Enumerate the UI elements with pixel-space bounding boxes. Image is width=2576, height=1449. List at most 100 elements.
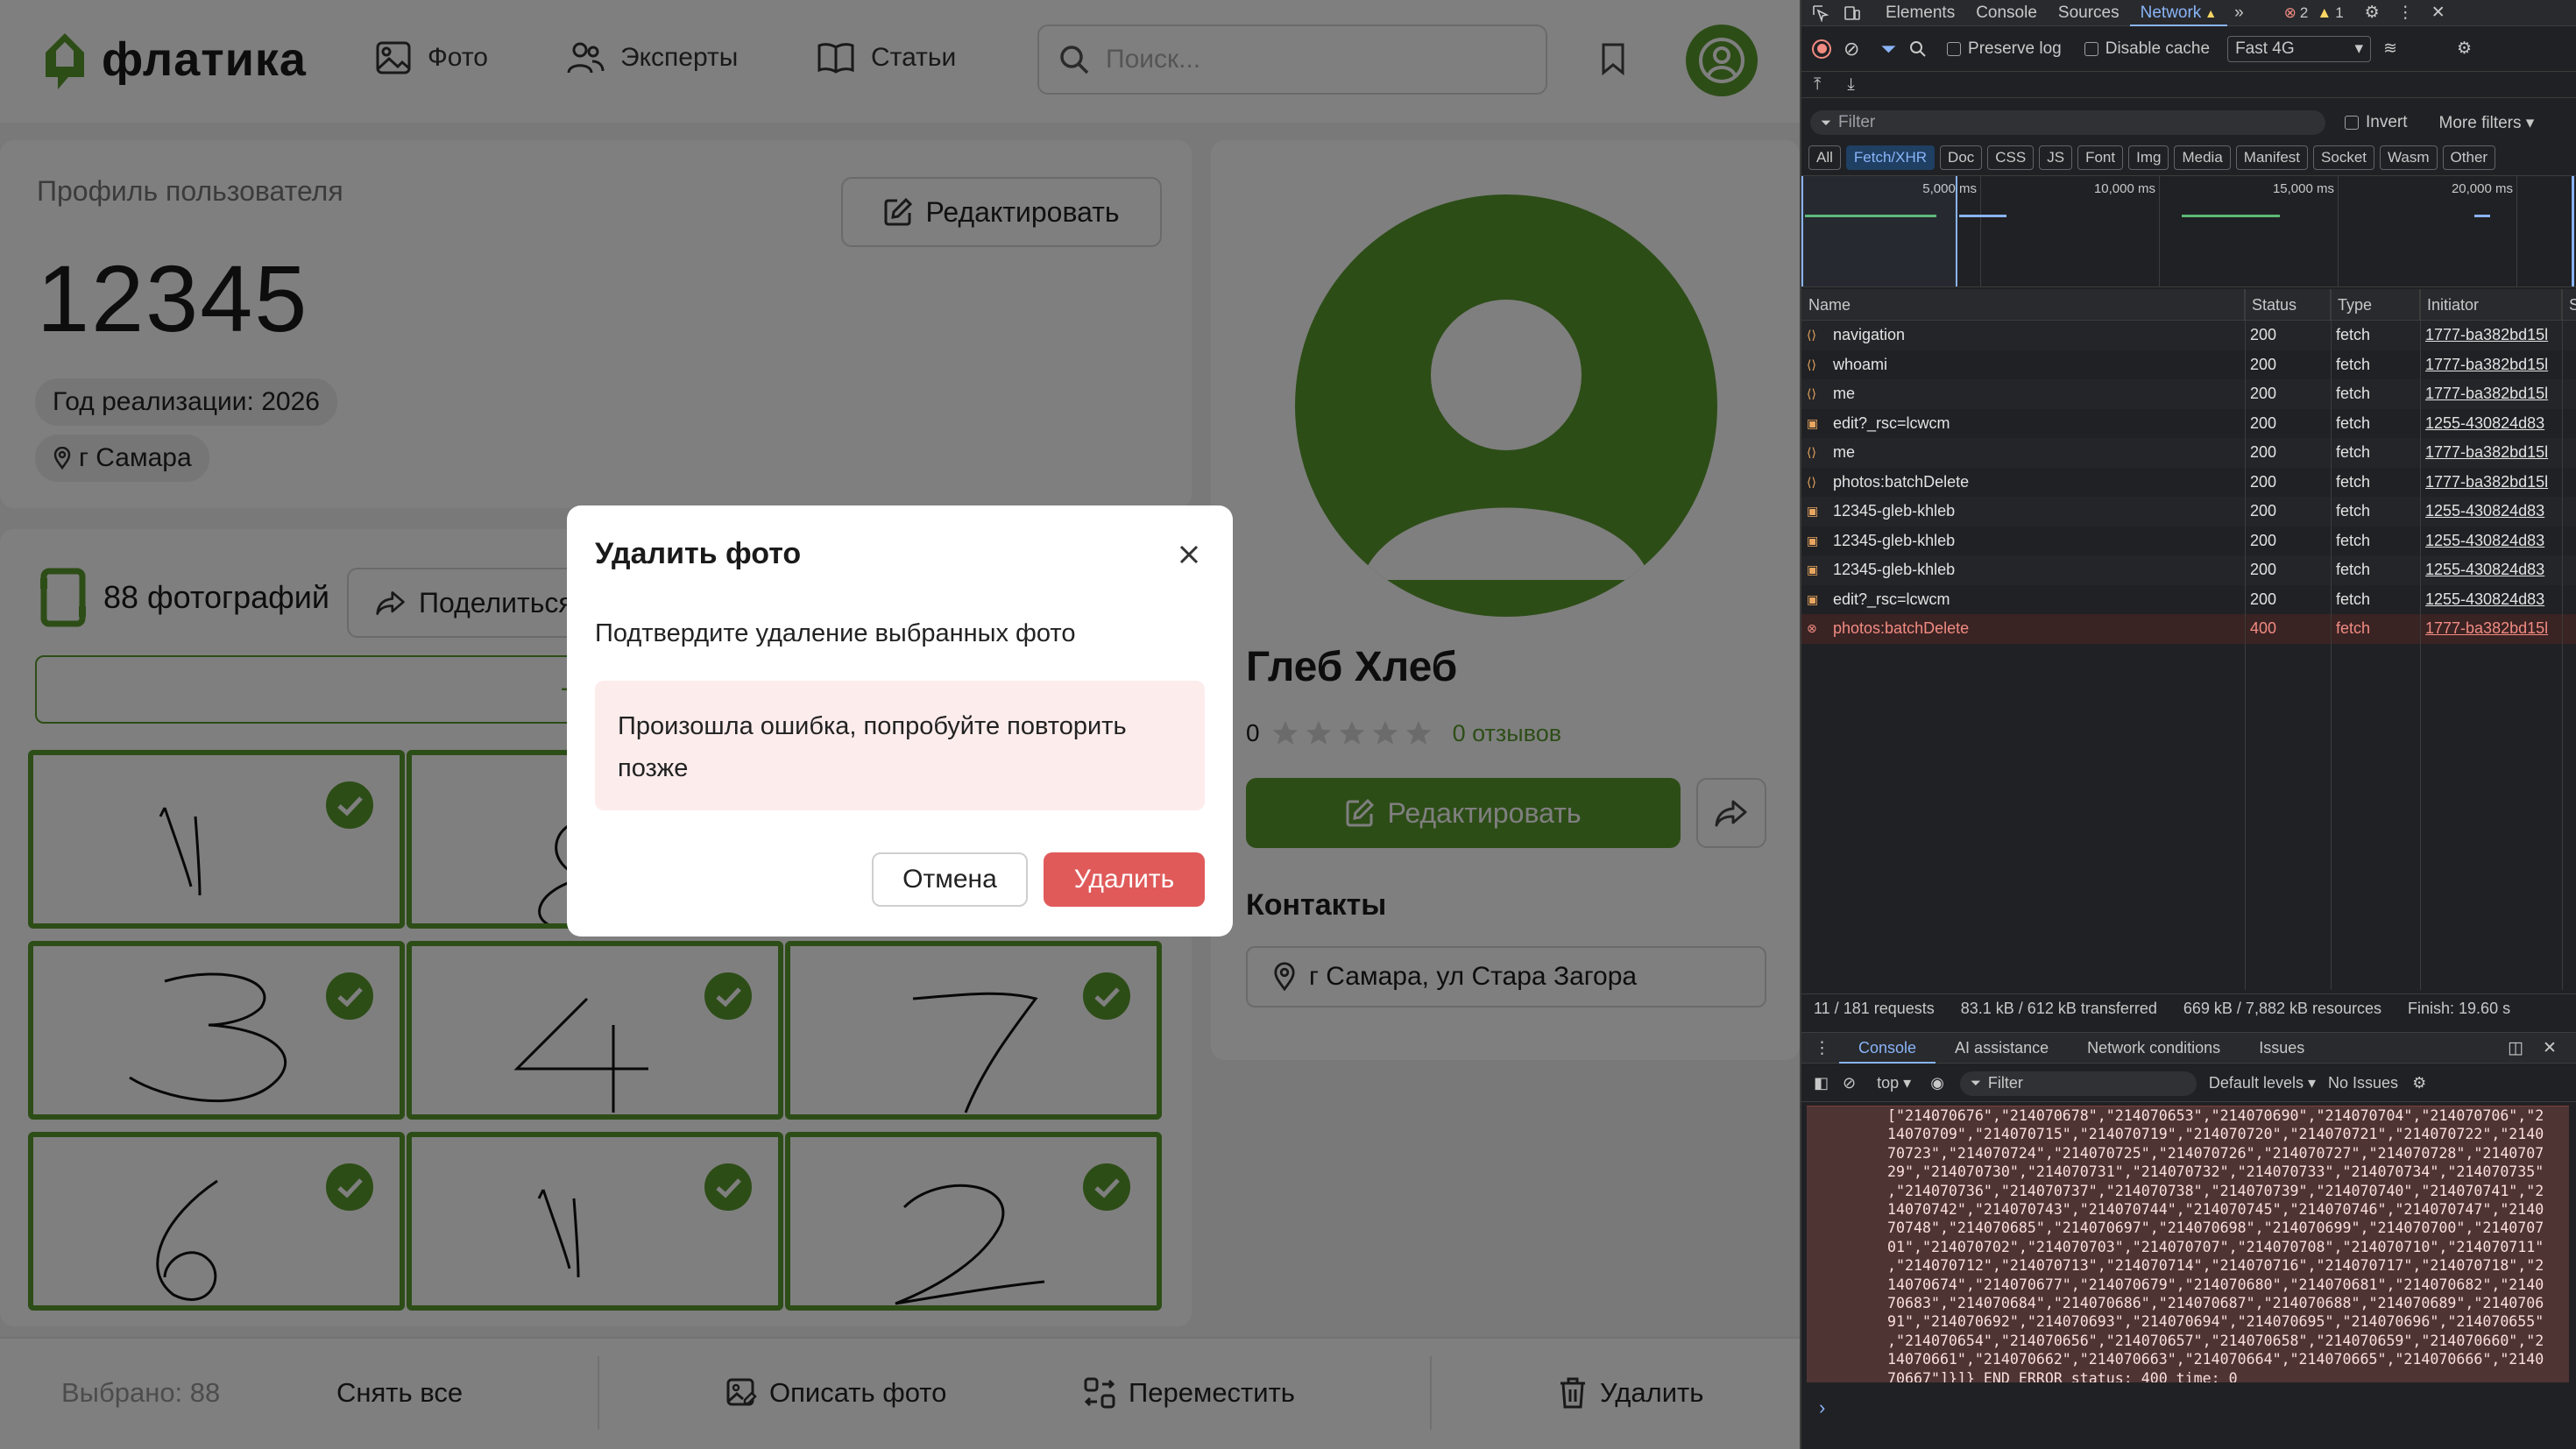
drawer-tab[interactable]: AI assistance	[1936, 1039, 2068, 1057]
issues-counter[interactable]: ⊗ 2 ▲ 1	[2284, 4, 2344, 22]
request-initiator[interactable]: 1777-ba382bd15l	[2425, 468, 2558, 498]
resource-filter-css[interactable]: CSS	[1987, 145, 2035, 170]
throttling-select[interactable]: Fast 4G ▾	[2227, 35, 2372, 62]
preserve-log-checkbox[interactable]: Preserve log	[1947, 39, 2062, 59]
resource-filter-doc[interactable]: Doc	[1940, 145, 1983, 170]
resource-filter-fetchxhr[interactable]: Fetch/XHR	[1845, 145, 1936, 170]
request-initiator[interactable]: 1255-430824d83	[2425, 585, 2558, 615]
request-row[interactable]: ▣ edit?_rsc=lcwcm 200 fetch 1255-430824d83 5.…	[1801, 408, 2576, 439]
requests-table: NameStatusTypeInitiatorSizeTime ⟨⟩ naviga…	[1801, 289, 2576, 990]
timeline-bar	[1959, 215, 2006, 217]
request-size: 0.6 kB	[2567, 614, 2576, 644]
column-header[interactable]: Name	[1801, 289, 2245, 321]
close-drawer-icon[interactable]: ✕	[2543, 1038, 2557, 1058]
resource-filter-wasm[interactable]: Wasm	[2380, 145, 2438, 170]
devtools-tab[interactable]: Sources	[2048, 4, 2130, 23]
drawer-tab[interactable]: Network conditions	[2068, 1039, 2240, 1057]
request-row[interactable]: ▣ 12345-gleb-khleb 200 fetch 1255-430824d83 2…	[1801, 497, 2576, 527]
request-initiator[interactable]: 1777-ba382bd15l	[2425, 379, 2558, 409]
cancel-button[interactable]: Отмена	[872, 852, 1028, 907]
request-row[interactable]: ⟨⟩ navigation 200 fetch 1777-ba382bd15l 4.7 k…	[1801, 321, 2576, 350]
filter-input[interactable]: ⏷ Filter	[1810, 110, 2325, 135]
upload-icon[interactable]: ⤒	[1814, 75, 1821, 95]
console-line: 14070709","214070715","214070719","21407…	[1887, 1126, 2544, 1143]
request-initiator[interactable]: 1255-430824d83	[2425, 409, 2558, 439]
dock-icon[interactable]: ◫	[2508, 1038, 2523, 1058]
request-row[interactable]: ▣ 12345-gleb-khleb 200 fetch 1255-430824d83 2…	[1801, 526, 2576, 556]
wifi-icon[interactable]: ≋	[2383, 39, 2397, 59]
document-icon: ▣	[1807, 415, 1819, 430]
filter-row: ⏷ Filter Invert More filters ▾	[1801, 105, 2576, 140]
network-settings-icon[interactable]: ⚙	[2457, 39, 2472, 59]
close-devtools-icon[interactable]: ✕	[2431, 3, 2445, 23]
drawer-tab[interactable]: Issues	[2240, 1039, 2324, 1057]
devtools-tab[interactable]: Elements	[1875, 4, 1965, 23]
resource-filter-font[interactable]: Font	[2077, 145, 2124, 170]
request-row[interactable]: ⟨⟩me200fetch1777-ba382bd15l1.2 kB218 ms	[1801, 379, 2576, 409]
request-type: fetch	[2336, 443, 2371, 461]
request-initiator[interactable]: 1255-430824d83	[2425, 555, 2558, 585]
request-row[interactable]: ▣ edit?_rsc=lcwcm 200 fetch 1255-430824d83 5.…	[1801, 584, 2576, 615]
log-levels-dropdown[interactable]: Default levels ▾	[2209, 1074, 2316, 1092]
console-settings-icon[interactable]: ⚙	[2412, 1074, 2426, 1092]
column-header[interactable]: Type	[2331, 289, 2420, 321]
request-initiator[interactable]: 1777-ba382bd15l	[2425, 321, 2558, 350]
console-line: ,"214070736","214070737","214070738","21…	[1887, 1182, 2544, 1199]
record-icon[interactable]	[1812, 39, 1831, 59]
resource-filter-js[interactable]: JS	[2039, 145, 2073, 170]
request-size: 0.5 kB	[2567, 468, 2576, 498]
request-initiator[interactable]: 1777-ba382bd15l	[2425, 614, 2558, 644]
request-row[interactable]: ⊗ photos:batchDelete 400 fetch 1777-ba382bd1…	[1801, 614, 2576, 644]
sidebar-toggle-icon[interactable]: ◧	[1814, 1074, 1829, 1092]
download-icon[interactable]: ⤓	[1847, 75, 1854, 95]
devtools-tab[interactable]: Console	[1965, 4, 2048, 23]
warning-count: 1	[2335, 4, 2344, 21]
resource-filter-manifest[interactable]: Manifest	[2235, 145, 2309, 170]
column-header[interactable]: Initiator	[2420, 289, 2562, 321]
timeline-selection[interactable]	[1801, 176, 1957, 286]
resource-filter-all[interactable]: All	[1808, 145, 1841, 170]
request-initiator[interactable]: 1777-ba382bd15l	[2425, 438, 2558, 468]
request-row[interactable]: ⟨⟩me200fetch1777-ba382bd15l0.9 kB208 ms	[1801, 438, 2576, 468]
filter-funnel-icon[interactable]: ⏷	[1880, 38, 1896, 60]
search-icon[interactable]	[1908, 39, 1928, 59]
column-header[interactable]: Status	[2245, 289, 2331, 321]
invert-checkbox[interactable]: Invert	[2345, 113, 2408, 132]
settings-icon[interactable]: ⚙	[2365, 3, 2380, 23]
clear-icon[interactable]: ⊘	[1844, 38, 1859, 60]
confirm-delete-button[interactable]: Удалить	[1044, 852, 1205, 907]
network-toolbar: ⊘ ⏷ Preserve log Disable cache Fast 4G ▾ …	[1801, 26, 2576, 72]
request-row[interactable]: ⟨⟩ photos:batchDelete 200 fetch 1777-ba382bd…	[1801, 467, 2576, 498]
context-select[interactable]: top ▾	[1877, 1074, 1911, 1092]
resource-filter-media[interactable]: Media	[2174, 145, 2231, 170]
request-size: 5.4 kB	[2567, 585, 2576, 615]
console-filter-input[interactable]: ⏷ Filter	[1959, 1071, 2197, 1096]
drawer-menu-icon[interactable]: ⋮	[1801, 1038, 1839, 1058]
resource-filter-img[interactable]: Img	[2128, 145, 2169, 170]
devtools-tab[interactable]: Network ▲	[2129, 0, 2228, 26]
timeline-handle[interactable]	[2572, 176, 2574, 286]
request-row[interactable]: ⟨⟩whoami200fetch1777-ba382bd15l1.4 kB176…	[1801, 350, 2576, 380]
resource-filter-other[interactable]: Other	[2442, 145, 2496, 170]
inspect-icon[interactable]	[1812, 4, 1829, 22]
more-tabs-icon[interactable]: »	[2234, 4, 2244, 23]
clear-console-icon[interactable]: ⊘	[1843, 1074, 1856, 1092]
request-initiator[interactable]: 1255-430824d83	[2425, 497, 2558, 527]
drawer-tab[interactable]: Console	[1839, 1032, 1936, 1064]
close-button[interactable]	[1173, 539, 1205, 570]
request-initiator[interactable]: 1777-ba382bd15l	[2425, 350, 2558, 380]
issues-status[interactable]: No Issues	[2328, 1074, 2398, 1092]
column-header[interactable]: Size	[2562, 289, 2576, 321]
disable-cache-checkbox[interactable]: Disable cache	[2084, 39, 2210, 59]
summary-item: Finish: 19.60 s	[2408, 1000, 2511, 1017]
resource-filter-socket[interactable]: Socket	[2313, 145, 2375, 170]
xhr-icon: ⟨⟩	[1807, 328, 1816, 342]
console-prompt[interactable]: ›	[1819, 1396, 1825, 1419]
kebab-menu-icon[interactable]: ⋮	[2397, 3, 2414, 23]
more-filters-dropdown[interactable]: More filters ▾	[2439, 113, 2535, 133]
request-initiator[interactable]: 1255-430824d83	[2425, 527, 2558, 556]
eye-icon[interactable]: ◉	[1930, 1074, 1944, 1092]
device-toolbar-icon[interactable]	[1844, 4, 1861, 22]
xhr-icon: ⟨⟩	[1807, 474, 1816, 489]
request-row[interactable]: ▣ 12345-gleb-khleb 200 fetch 1255-430824d83 2…	[1801, 555, 2576, 585]
